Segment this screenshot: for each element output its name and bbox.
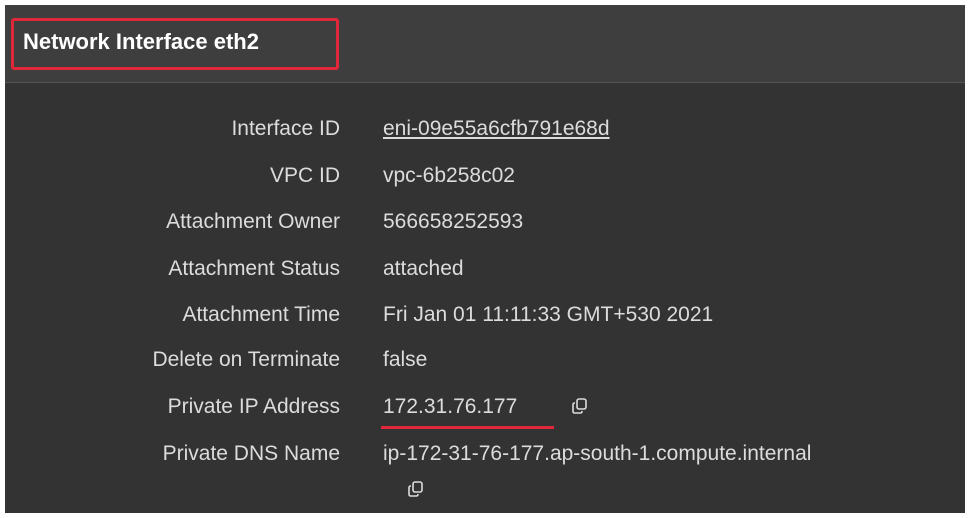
delete-on-terminate-label: Delete on Terminate [152, 348, 340, 371]
vpc-id-value: vpc-6b258c02 [383, 164, 515, 187]
panel-title: Network Interface eth2 [23, 29, 259, 54]
private-dns-name-value: ip-172-31-76-177.ap-south-1.compute.inte… [383, 442, 812, 465]
copy-icon[interactable] [571, 397, 589, 415]
attachment-owner-label: Attachment Owner [166, 210, 340, 233]
attachment-status-label: Attachment Status [168, 257, 340, 280]
private-ip-address-value: 172.31.76.177 [383, 395, 518, 418]
private-dns-name-label: Private DNS Name [162, 442, 340, 465]
copy-icon[interactable] [407, 480, 425, 498]
attachment-time-label: Attachment Time [182, 303, 340, 326]
private-ip-address-label: Private IP Address [167, 395, 340, 418]
vpc-id-label: VPC ID [269, 164, 340, 187]
attachment-status-value: attached [383, 257, 464, 280]
attachment-time-value: Fri Jan 01 11:11:33 GMT+530 2021 [383, 303, 714, 326]
network-interface-panel: Network Interface eth2 Interface ID eni-… [5, 5, 965, 513]
panel-header: Network Interface eth2 [5, 5, 965, 83]
attachment-owner-value: 566658252593 [383, 210, 524, 233]
ip-highlight-underline [381, 426, 554, 429]
interface-id-link[interactable]: eni-09e55a6cfb791e68d [383, 117, 610, 141]
interface-id-label: Interface ID [231, 117, 340, 140]
delete-on-terminate-value: false [383, 348, 428, 371]
